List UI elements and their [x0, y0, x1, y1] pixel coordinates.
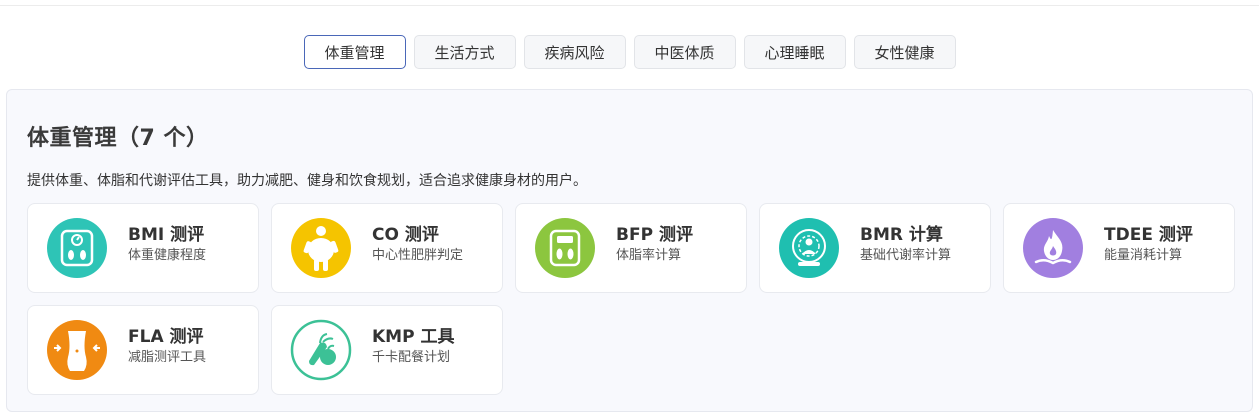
obesity-figure-icon: [291, 218, 351, 278]
tool-card-bmr[interactable]: BMR 计算 基础代谢率计算: [759, 203, 991, 293]
tab-tcm-constitution[interactable]: 中医体质: [633, 35, 736, 69]
card-title: TDEE 测评: [1104, 225, 1193, 245]
tool-card-tdee[interactable]: TDEE 测评 能量消耗计算: [1003, 203, 1235, 293]
category-tabs: 体重管理 生活方式 疾病风险 中医体质 心理睡眠 女性健康: [0, 35, 1259, 69]
card-subtitle: 能量消耗计算: [1104, 248, 1183, 263]
card-title: BMR 计算: [860, 225, 943, 245]
tab-disease-risk[interactable]: 疾病风险: [523, 35, 626, 69]
tool-card-bfp[interactable]: BFP 测评 体脂率计算: [515, 203, 747, 293]
tool-card-kmp[interactable]: KMP 工具 千卡配餐计划: [271, 305, 503, 395]
bmi-scale-icon: [47, 218, 107, 278]
card-title: FLA 测评: [128, 327, 204, 347]
tool-card-co[interactable]: CO 测评 中心性肥胖判定: [271, 203, 503, 293]
metabolism-icon: [779, 218, 839, 278]
card-subtitle: 千卡配餐计划: [372, 350, 451, 365]
waist-icon: [47, 320, 107, 380]
card-subtitle: 体脂率计算: [616, 248, 682, 263]
tools-panel: 体重管理（7 个） 提供体重、体脂和代谢评估工具，助力减肥、健身和饮食规划，适合…: [6, 89, 1253, 412]
top-divider: [0, 5, 1259, 6]
card-subtitle: 减脂测评工具: [128, 350, 207, 365]
card-title: BMI 测评: [128, 225, 205, 245]
energy-flame-icon: [1023, 218, 1083, 278]
tab-womens-health[interactable]: 女性健康: [853, 35, 956, 69]
card-title: CO 测评: [372, 225, 439, 245]
tool-card-fla[interactable]: FLA 测评 减脂测评工具: [27, 305, 259, 395]
tab-lifestyle[interactable]: 生活方式: [413, 35, 516, 69]
tab-mental-sleep[interactable]: 心理睡眠: [743, 35, 846, 69]
body-fat-scale-icon: [535, 218, 595, 278]
tab-weight-management[interactable]: 体重管理: [303, 35, 406, 69]
section-title: 体重管理（7 个）: [27, 126, 209, 151]
section-description: 提供体重、体脂和代谢评估工具，助力减肥、健身和饮食规划，适合追求健康身材的用户。: [27, 173, 587, 189]
card-title: KMP 工具: [372, 327, 455, 347]
card-title: BFP 测评: [616, 225, 693, 245]
card-subtitle: 体重健康程度: [128, 248, 207, 263]
tool-card-bmi[interactable]: BMI 测评 体重健康程度: [27, 203, 259, 293]
vegetables-icon: [290, 319, 352, 381]
card-subtitle: 基础代谢率计算: [860, 248, 952, 263]
card-subtitle: 中心性肥胖判定: [372, 248, 464, 263]
